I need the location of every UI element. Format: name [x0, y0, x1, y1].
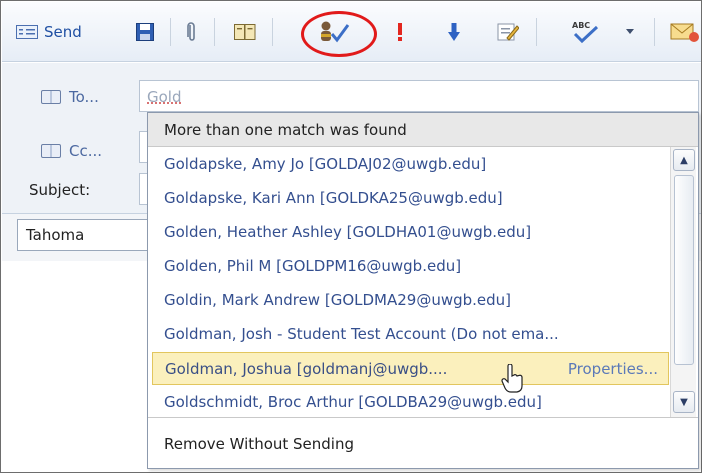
send-label: Send [44, 23, 82, 41]
scroll-down-button[interactable]: ▼ [673, 391, 695, 413]
compose-window: Send ABC To... Gold Cc... Subject: Tahom… [0, 0, 702, 473]
svg-text:ABC: ABC [572, 21, 590, 30]
address-book-icon [41, 90, 61, 104]
hand-cursor-icon [501, 364, 523, 393]
spell-check-icon: ABC [572, 21, 599, 44]
check-names-highlight [301, 11, 377, 57]
spell-check-button[interactable]: ABC [570, 18, 600, 46]
address-book-icon [234, 24, 256, 40]
chevron-up-icon: ▲ [680, 154, 688, 166]
request-receipt-button[interactable] [670, 18, 700, 46]
save-button[interactable] [136, 18, 154, 46]
to-field[interactable] [139, 80, 699, 112]
cc-button[interactable]: Cc... [41, 142, 102, 160]
remove-without-sending[interactable]: Remove Without Sending [164, 435, 354, 453]
dropdown-divider [148, 417, 698, 418]
match-item-label: Goldman, Joshua [goldmanj@uwgb.... [165, 360, 448, 378]
address-book-button[interactable] [234, 18, 256, 46]
request-receipt-icon [670, 23, 699, 42]
dropdown-scrollbar[interactable]: ▲ ▼ [670, 147, 696, 417]
attach-button[interactable] [187, 18, 197, 46]
spell-check-dropdown[interactable] [626, 18, 634, 46]
low-importance-button[interactable] [448, 18, 460, 46]
dropdown-arrow-icon [626, 29, 634, 34]
scroll-up-button[interactable]: ▲ [673, 149, 695, 171]
match-item[interactable]: Goldschmidt, Broc Arthur [GOLDBA29@uwgb.… [152, 386, 669, 419]
match-item[interactable]: Goldapske, Amy Jo [GOLDAJ02@uwgb.edu] [152, 148, 669, 181]
match-item[interactable]: Goldin, Mark Andrew [GOLDMA29@uwgb.edu] [152, 284, 669, 317]
properties-link[interactable]: Properties... [568, 360, 658, 378]
to-button[interactable]: To... [41, 88, 99, 106]
save-icon [136, 23, 154, 41]
match-item[interactable]: Golden, Phil M [GOLDPM16@uwgb.edu] [152, 250, 669, 283]
toolbar: Send ABC [2, 2, 701, 62]
subject-label: Subject: [29, 181, 91, 199]
match-item[interactable]: Goldman, Josh - Student Test Account (Do… [152, 318, 669, 351]
to-field-value: Gold [147, 88, 182, 106]
chevron-down-icon: ▼ [680, 396, 688, 408]
cc-label: Cc... [69, 142, 103, 160]
low-importance-icon [448, 23, 460, 41]
address-book-icon [41, 144, 61, 158]
dropdown-heading: More than one match was found [148, 113, 698, 147]
scroll-thumb[interactable] [674, 175, 694, 365]
send-button[interactable]: Send [16, 18, 82, 46]
match-item[interactable]: Golden, Heather Ashley [GOLDHA01@uwgb.ed… [152, 216, 669, 249]
high-importance-icon [398, 23, 402, 41]
font-name-select[interactable]: Tahoma [17, 219, 153, 251]
high-importance-button[interactable] [396, 18, 404, 46]
match-item[interactable]: Goldapske, Kari Ann [GOLDKA25@uwgb.edu] [152, 182, 669, 215]
options-icon [497, 23, 519, 41]
match-item-selected[interactable]: Goldman, Joshua [goldmanj@uwgb.... Prope… [152, 352, 669, 385]
name-match-dropdown: More than one match was found Goldapske,… [147, 112, 699, 469]
send-icon [16, 25, 38, 39]
to-label: To... [69, 88, 99, 106]
options-button[interactable] [497, 18, 519, 46]
attach-icon [187, 22, 195, 41]
